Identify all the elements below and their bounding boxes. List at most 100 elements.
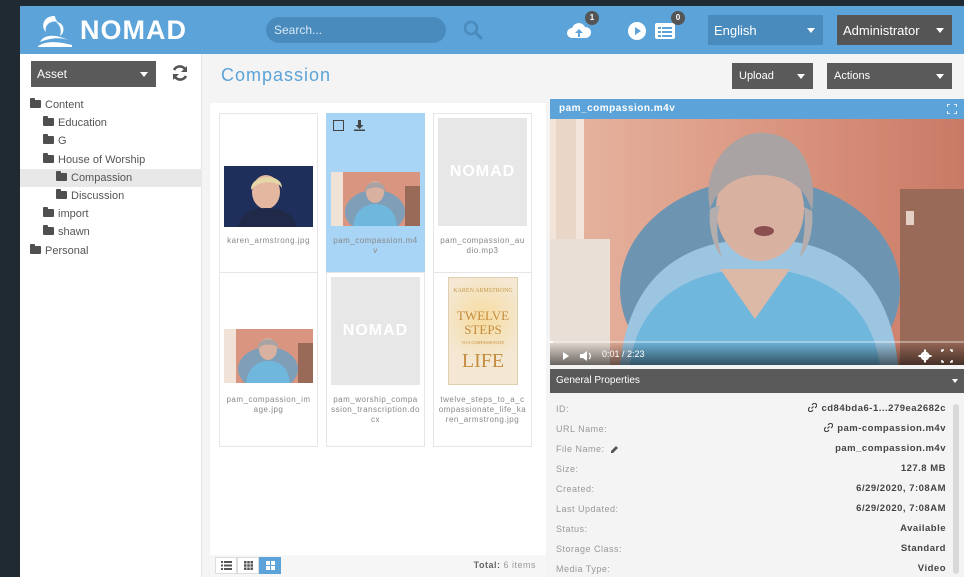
fullscreen-icon[interactable] xyxy=(941,349,953,363)
expand-icon[interactable] xyxy=(946,103,958,115)
upload-button[interactable]: Upload xyxy=(732,63,813,89)
total-label: Total: xyxy=(473,560,501,570)
tree-item[interactable]: House of Worship xyxy=(20,151,202,169)
user-menu-value: Administrator xyxy=(843,23,920,38)
language-select-value: English xyxy=(714,23,757,38)
tree-item-label: G xyxy=(58,135,67,148)
tree-item[interactable]: G xyxy=(20,132,202,150)
asset-card[interactable]: NOMAD pam_compassion_audio.mp3 xyxy=(433,113,532,283)
asset-name: pam_worship_compassion_transcription.doc… xyxy=(331,395,420,424)
large-grid-icon xyxy=(265,561,275,570)
property-key: URL Name: xyxy=(556,424,608,434)
property-row: ID: cd84bda6-1...279ea2682c xyxy=(550,398,952,418)
chevron-down-icon xyxy=(936,74,944,79)
property-row: Size: 127.8 MB xyxy=(550,458,952,478)
refresh-icon[interactable] xyxy=(170,63,190,83)
chevron-down-icon xyxy=(807,28,815,33)
link-icon[interactable] xyxy=(824,422,834,433)
content-header: Compassion Upload Actions xyxy=(203,54,964,99)
folder-icon xyxy=(43,116,54,127)
tree-item-label: Discussion xyxy=(71,189,125,202)
play-button[interactable] xyxy=(624,18,650,44)
logo-text: NOMAD xyxy=(80,14,187,45)
tree-item[interactable]: Compassion xyxy=(20,168,202,187)
download-icon[interactable] xyxy=(354,120,365,131)
properties-header[interactable]: General Properties xyxy=(550,369,964,393)
pencil-icon[interactable] xyxy=(610,445,619,453)
settings-gear-icon[interactable] xyxy=(918,349,932,363)
upload-count-badge: 1 xyxy=(585,11,599,25)
property-value: Available xyxy=(900,523,946,534)
link-icon[interactable] xyxy=(808,402,818,413)
large-grid-view-button[interactable] xyxy=(259,557,281,574)
actions-button-label: Actions xyxy=(834,70,871,82)
asset-name: pam_compassion_image.jpg xyxy=(226,395,311,414)
folder-icon xyxy=(43,134,54,145)
video-player[interactable]: 0:01 / 2:23 xyxy=(550,119,964,365)
property-row: Last Updated: 6/29/2020, 7:08AM xyxy=(550,498,952,518)
property-key: Created: xyxy=(556,484,595,494)
property-value: Standard xyxy=(900,543,946,554)
property-row: Storage Class: Standard xyxy=(550,538,952,558)
property-value: 127.8 MB xyxy=(900,463,946,474)
list-view-icon xyxy=(220,561,232,570)
book-title-3: TO A COMPASSIONATE xyxy=(461,340,505,345)
volume-icon[interactable] xyxy=(580,351,587,361)
folder-icon xyxy=(43,207,54,218)
small-grid-view-button[interactable] xyxy=(237,557,259,574)
tree-item[interactable]: import xyxy=(20,205,202,223)
page-title: Compassion xyxy=(221,65,332,85)
chevron-down-icon xyxy=(797,74,805,79)
chevron-down-icon xyxy=(952,379,958,383)
list-view-button[interactable] xyxy=(215,557,237,574)
folder-icon xyxy=(43,152,54,163)
tree-item[interactable]: Discussion xyxy=(20,187,202,205)
tree-item[interactable]: Personal xyxy=(20,242,202,260)
property-value: cd84bda6-1...279ea2682c xyxy=(821,403,946,414)
total-count: Total: 6 items xyxy=(474,560,536,570)
app-window: NOMAD Search... 1 0 English Administrato… xyxy=(20,6,964,577)
upload-button-label: Upload xyxy=(739,70,774,82)
chevron-down-icon xyxy=(936,28,944,33)
tree-item[interactable]: shawn xyxy=(20,223,202,241)
sidebar: Asset Content Education G House of Worship C… xyxy=(20,54,202,577)
property-row: File Name: pam_compassion.m4v xyxy=(550,438,952,458)
property-row: URL Name: pam-compassion.m4v xyxy=(550,418,952,438)
placeholder-logo: NOMAD xyxy=(449,163,516,181)
language-select[interactable]: English xyxy=(708,15,823,45)
folder-icon xyxy=(30,98,41,109)
asset-card[interactable]: karen_armstrong.jpg xyxy=(219,113,318,283)
search-icon[interactable] xyxy=(462,19,484,41)
property-value: 6/29/2020, 7:08AM xyxy=(856,483,946,494)
tree-item[interactable]: Content xyxy=(20,96,202,114)
asset-name: pam_compassion_audio.mp3 xyxy=(440,236,525,255)
property-key: File Name: xyxy=(556,444,605,454)
select-checkbox[interactable] xyxy=(333,120,344,131)
logo[interactable]: NOMAD xyxy=(34,12,187,48)
asset-card[interactable]: pam_compassion.m4v xyxy=(326,113,425,283)
asset-thumbnail xyxy=(224,166,313,227)
tree-item-label: Content xyxy=(45,99,84,111)
asset-thumbnail: NOMAD xyxy=(331,277,420,385)
play-icon[interactable] xyxy=(563,352,569,360)
tree-item[interactable]: Education xyxy=(20,114,202,132)
property-key: ID: xyxy=(556,404,570,414)
user-menu[interactable]: Administrator xyxy=(837,15,952,45)
properties-scrollbar[interactable] xyxy=(953,404,959,574)
actions-button[interactable]: Actions xyxy=(827,63,952,89)
asset-card[interactable]: KAREN ARMSTRONG TWELVE STEPS TO A COMPASSIO… xyxy=(433,272,532,447)
asset-card[interactable]: NOMAD pam_worship_compassion_transcriptio… xyxy=(326,272,425,447)
asset-card[interactable]: pam_compassion_image.jpg xyxy=(219,272,318,447)
book-author: KAREN ARMSTRONG xyxy=(453,288,513,294)
asset-thumbnail xyxy=(331,172,420,234)
type-select[interactable]: Asset xyxy=(31,61,156,87)
upload-queue-button[interactable]: 1 xyxy=(566,11,599,44)
search-input[interactable]: Search... xyxy=(266,17,446,43)
asset-grid: karen_armstrong.jpg pam_compassion.m4v NOM… xyxy=(210,103,546,555)
property-value: Video xyxy=(917,563,946,574)
tree-item-label: shawn xyxy=(58,226,90,239)
media-queue-button[interactable]: 0 xyxy=(652,11,685,44)
media-count-badge: 0 xyxy=(671,11,685,25)
tree-item-label: Compassion xyxy=(71,171,133,184)
folder-icon xyxy=(56,189,67,200)
